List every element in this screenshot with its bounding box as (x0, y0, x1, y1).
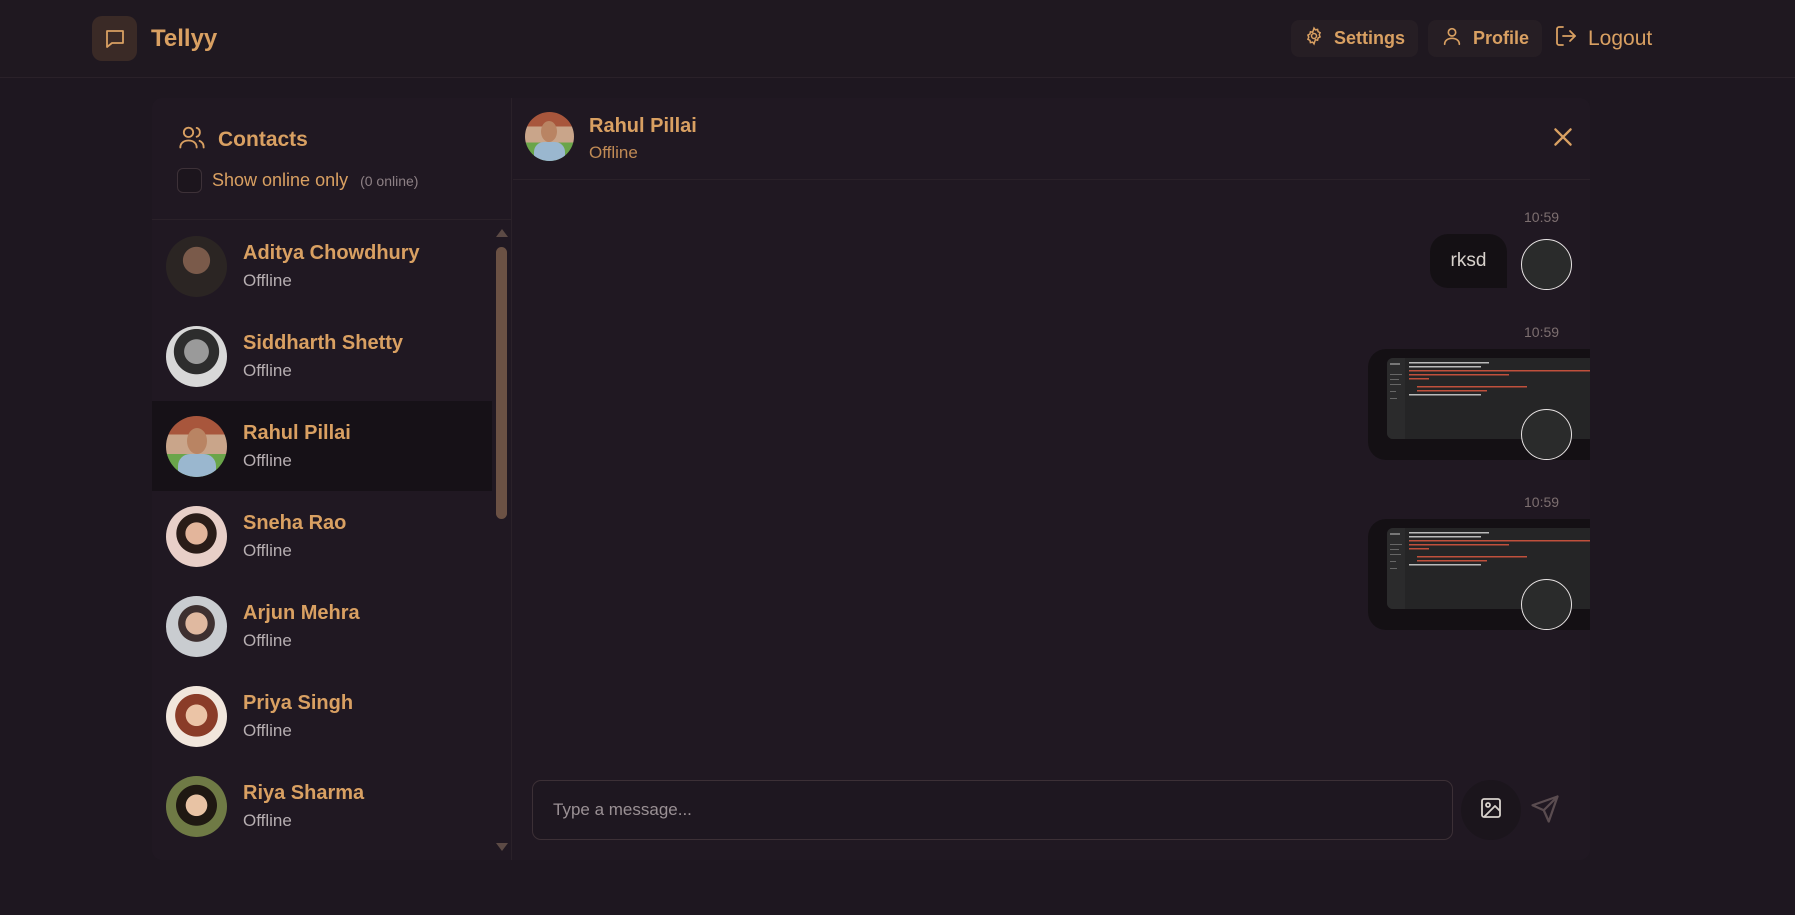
attach-image-button[interactable] (1461, 780, 1521, 840)
contacts-sidebar: Contacts Show online only (0 online) Adi… (152, 98, 512, 860)
chat-contact-status: Offline (589, 143, 638, 162)
contact-item[interactable]: Riya Sharma Offline (152, 761, 492, 851)
avatar (166, 595, 227, 657)
avatar (166, 505, 227, 567)
scroll-up-arrow-icon[interactable] (496, 229, 508, 237)
contact-status: Offline (243, 450, 292, 470)
send-icon (1530, 795, 1560, 828)
scroll-down-arrow-icon[interactable] (496, 843, 508, 851)
message-avatar (1521, 409, 1572, 460)
contacts-title-text: Contacts (218, 128, 308, 151)
users-icon (178, 123, 206, 157)
contact-status: Offline (243, 540, 292, 560)
user-icon (1441, 25, 1463, 52)
close-icon[interactable] (1550, 124, 1576, 150)
online-filter: Show online only (0 online) (177, 168, 418, 193)
message-time: 10:59 (1524, 209, 1560, 225)
message-text: rksd (1450, 250, 1487, 271)
message-time: 10:59 (1524, 494, 1560, 510)
show-online-checkbox[interactable] (177, 168, 202, 193)
message-bubble: rksd (1430, 234, 1507, 288)
profile-button[interactable]: Profile (1428, 20, 1543, 57)
contact-item-active[interactable]: Rahul Pillai Offline (152, 401, 492, 491)
avatar (166, 235, 227, 297)
logout-label: Logout (1588, 26, 1653, 50)
logout-icon (1554, 24, 1578, 54)
logout-button[interactable]: Logout (1554, 20, 1652, 57)
contact-list-scrollbar[interactable] (492, 221, 512, 860)
chat-header: Rahul Pillai Offline (513, 98, 1590, 180)
contact-item[interactable]: Arjun Mehra Offline (152, 581, 492, 671)
contact-item[interactable]: Siddharth Shetty Offline (152, 311, 492, 401)
contact-name: Priya Singh (243, 691, 354, 714)
settings-button[interactable]: Settings (1291, 20, 1419, 57)
image-icon (1479, 796, 1503, 825)
contact-name: Aditya Chowdhury (243, 241, 420, 264)
top-navbar: Tellyy Settings Profile Logout (0, 0, 1795, 78)
message-time: 10:59 (1524, 324, 1560, 340)
online-count: (0 online) (360, 172, 419, 189)
message-avatar (1521, 579, 1572, 630)
contact-item[interactable]: Aditya Chowdhury Offline (152, 221, 492, 311)
sidebar-header: Contacts Show online only (0 online) (152, 98, 511, 220)
chat-contact-avatar (525, 112, 574, 161)
message-composer (513, 776, 1590, 842)
contact-list: Aditya Chowdhury Offline Siddharth Shett… (152, 221, 492, 860)
brand[interactable]: Tellyy (92, 16, 217, 61)
contact-status: Offline (243, 720, 292, 740)
avatar (166, 775, 227, 837)
brand-name: Tellyy (151, 24, 218, 52)
contact-name: Rahul Pillai (243, 421, 351, 444)
avatar (166, 325, 227, 387)
contact-name: Riya Sharma (243, 781, 365, 804)
settings-label: Settings (1334, 28, 1406, 48)
chat-panel: Rahul Pillai Offline 10:59 rksd 10:59 10… (513, 98, 1590, 860)
chat-card: Contacts Show online only (0 online) Adi… (152, 98, 1590, 860)
contact-status: Offline (243, 630, 292, 650)
contact-status: Offline (243, 810, 292, 830)
avatar (166, 415, 227, 477)
scrollbar-thumb[interactable] (496, 247, 507, 519)
avatar (166, 685, 227, 747)
chat-bubble-icon (92, 16, 137, 61)
contacts-title: Contacts (178, 123, 308, 157)
message-avatar (1521, 239, 1572, 290)
send-button[interactable] (1530, 794, 1562, 826)
profile-label: Profile (1473, 28, 1530, 48)
contact-status: Offline (243, 360, 292, 380)
message-input[interactable] (532, 780, 1453, 840)
contact-status: Offline (243, 270, 292, 290)
contact-name: Arjun Mehra (243, 601, 360, 624)
chat-contact-name: Rahul Pillai (589, 115, 697, 137)
contact-name: Sneha Rao (243, 511, 347, 534)
show-online-label[interactable]: Show online only (212, 170, 348, 191)
contact-item[interactable]: Sneha Rao Offline (152, 491, 492, 581)
contact-item[interactable]: Priya Singh Offline (152, 671, 492, 761)
contact-name: Siddharth Shetty (243, 331, 404, 354)
gear-icon (1304, 26, 1324, 51)
